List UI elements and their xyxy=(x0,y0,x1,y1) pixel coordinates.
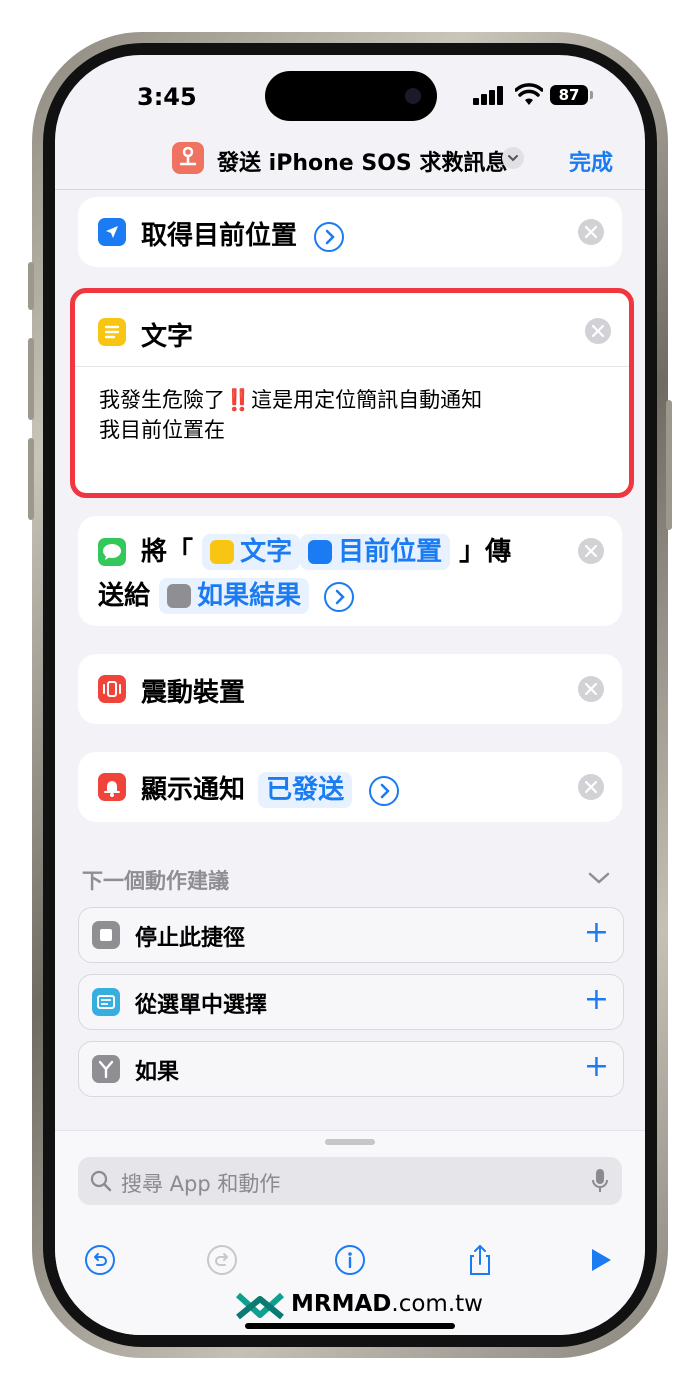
suggestion-stop-shortcut[interactable]: 停止此捷徑 + xyxy=(78,907,624,963)
action-title: 顯示通知 已發送 xyxy=(141,769,400,808)
chevron-down-icon[interactable] xyxy=(502,147,524,169)
microphone-icon[interactable] xyxy=(592,1168,608,1194)
undo-icon[interactable] xyxy=(83,1243,117,1277)
close-icon[interactable] xyxy=(585,318,611,344)
chevron-down-icon[interactable] xyxy=(587,870,611,886)
plus-icon[interactable]: + xyxy=(584,918,609,948)
chevron-right-circle-icon[interactable] xyxy=(369,776,400,806)
home-indicator xyxy=(245,1323,455,1329)
nav-divider xyxy=(55,189,645,190)
action-title: 震動裝置 xyxy=(141,678,246,708)
close-icon[interactable] xyxy=(578,538,604,564)
done-button[interactable]: 完成 xyxy=(569,145,613,177)
wifi-icon xyxy=(515,83,543,105)
redo-icon[interactable] xyxy=(205,1243,239,1277)
watermark-logo: MRMAD.com.tw xyxy=(235,1289,483,1325)
send-line-2: 送給 如果結果 xyxy=(98,575,355,614)
info-icon[interactable] xyxy=(333,1243,367,1277)
suggestion-label: 從選單中選擇 xyxy=(135,993,268,1018)
shortcut-title[interactable]: 發送 iPhone SOS 求救訊息 xyxy=(217,145,507,177)
battery-tip xyxy=(590,91,593,99)
text-divider xyxy=(75,366,629,367)
signal-icon xyxy=(473,85,507,105)
action-title: 文字 xyxy=(141,322,194,352)
action-button xyxy=(28,262,34,310)
search-icon xyxy=(90,1170,112,1192)
action-vibrate[interactable]: 震動裝置 xyxy=(78,654,622,724)
search-input[interactable]: 搜尋 App 和動作 xyxy=(78,1157,622,1205)
camera-icon xyxy=(405,88,421,104)
battery-indicator: 87 xyxy=(550,85,588,105)
location-arrow-icon xyxy=(98,218,126,246)
highlight-frame: 文字 我發生危險了‼️這是用定位簡訊自動通知 我目前位置在 xyxy=(70,288,634,498)
action-get-location[interactable]: 取得目前位置 xyxy=(78,197,622,267)
bell-icon xyxy=(98,773,126,801)
variable-sent[interactable]: 已發送 xyxy=(258,772,353,808)
close-icon[interactable] xyxy=(578,676,604,702)
play-icon[interactable] xyxy=(583,1243,617,1277)
variable-text[interactable]: 文字 xyxy=(202,534,301,570)
chevron-right-circle-icon[interactable] xyxy=(324,582,355,612)
side-button xyxy=(666,400,672,530)
screen: 3:45 87 發送 iPhone SOS 求救訊息 完成 取得目前位置 文字 … xyxy=(55,55,645,1335)
volume-down-button xyxy=(28,438,34,520)
grab-handle[interactable] xyxy=(325,1139,375,1145)
suggestion-if[interactable]: 如果 + xyxy=(78,1041,624,1097)
close-icon[interactable] xyxy=(578,219,604,245)
suggestions-header: 下一個動作建議 xyxy=(82,869,229,893)
shortcut-icon[interactable] xyxy=(172,142,204,174)
variable-if-result[interactable]: 如果結果 xyxy=(159,578,310,614)
share-icon[interactable] xyxy=(463,1243,497,1277)
variable-location[interactable]: 目前位置 xyxy=(300,534,451,570)
chevron-right-circle-icon[interactable] xyxy=(314,222,345,252)
plus-icon[interactable]: + xyxy=(584,1052,609,1082)
vibrate-icon xyxy=(98,675,126,703)
suggestion-choose-from-menu[interactable]: 從選單中選擇 + xyxy=(78,974,624,1030)
if-icon xyxy=(92,1055,120,1083)
close-icon[interactable] xyxy=(578,774,604,800)
watermark-text: MRMAD.com.tw xyxy=(291,1291,483,1317)
mrmad-logo-icon xyxy=(235,1292,285,1320)
double-exclamation-icon: ‼️ xyxy=(225,388,252,412)
text-doc-icon xyxy=(98,318,126,346)
text-content-field[interactable]: 我發生危險了‼️這是用定位簡訊自動通知 我目前位置在 xyxy=(99,385,482,445)
action-title: 取得目前位置 xyxy=(141,215,345,252)
action-send-message[interactable]: 將「 文字 目前位置 」傳 送給 如果結果 xyxy=(78,516,622,626)
status-time: 3:45 xyxy=(137,83,197,111)
suggestion-label: 如果 xyxy=(135,1060,180,1085)
action-show-notification[interactable]: 顯示通知 已發送 xyxy=(78,752,622,822)
stop-icon xyxy=(92,921,120,949)
menu-icon xyxy=(92,988,120,1016)
volume-up-button xyxy=(28,338,34,420)
message-icon xyxy=(98,538,126,566)
plus-icon[interactable]: + xyxy=(584,985,609,1015)
send-line-1: 將「 文字 目前位置 」傳 xyxy=(141,531,511,570)
search-placeholder: 搜尋 App 和動作 xyxy=(121,1172,281,1196)
action-search-panel: 搜尋 App 和動作 MRMAD.com.tw xyxy=(55,1130,645,1335)
nav-bar: 發送 iPhone SOS 求救訊息 完成 xyxy=(55,125,645,190)
suggestion-label: 停止此捷徑 xyxy=(135,926,246,951)
dynamic-island xyxy=(265,71,437,121)
